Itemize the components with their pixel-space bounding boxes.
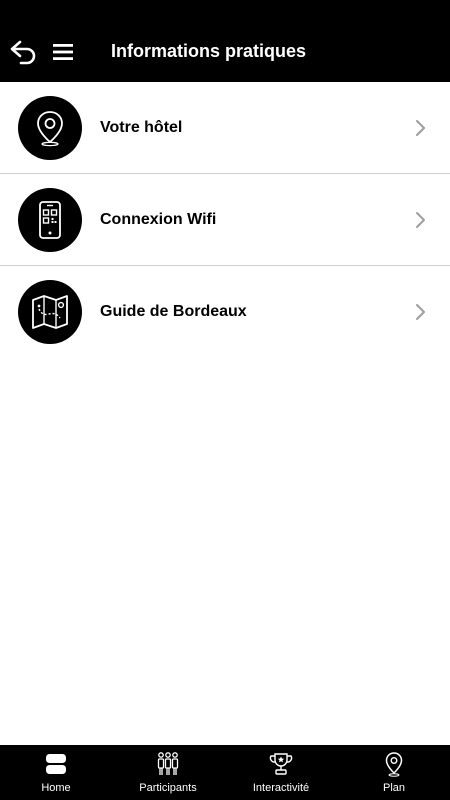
home-icon [46, 754, 66, 774]
tab-home[interactable]: Home [0, 745, 112, 800]
item-icon-circle [18, 96, 82, 160]
map-icon [32, 295, 68, 329]
chevron-right-icon [416, 304, 425, 320]
tab-label: Participants [139, 782, 197, 794]
bottom-tab-bar: Home Participants Interactivité Plan [0, 745, 450, 800]
hamburger-menu-icon[interactable] [52, 41, 74, 63]
tab-label: Home [41, 782, 71, 794]
back-arrow-icon[interactable] [8, 36, 40, 68]
tab-plan[interactable]: Plan [338, 745, 450, 800]
tab-label: Interactivité [252, 782, 310, 794]
tab-participants[interactable]: Participants [112, 745, 224, 800]
item-icon-circle [18, 188, 82, 252]
tab-label: Plan [382, 782, 406, 794]
item-label: Connexion Wifi [100, 211, 217, 228]
item-icon-circle [18, 280, 82, 344]
location-pin-icon [385, 752, 403, 777]
list-item-hotel[interactable]: Votre hôtel [0, 82, 450, 174]
list-item-wifi[interactable]: Connexion Wifi [0, 174, 450, 266]
item-label: Guide de Bordeaux [100, 303, 247, 320]
tab-interactivite[interactable]: Interactivité [224, 745, 338, 800]
item-label: Votre hôtel [100, 119, 183, 136]
trophy-icon [269, 753, 293, 775]
info-list: Votre hôtel Connexion Wifi Guide de Bord… [0, 82, 450, 358]
participants-icon [157, 752, 179, 775]
location-pin-icon [37, 111, 63, 147]
list-item-guide[interactable]: Guide de Bordeaux [0, 266, 450, 358]
chevron-right-icon [416, 212, 425, 228]
top-app-bar: Informations pratiques [0, 0, 450, 82]
page-title: Informations pratiques [111, 41, 307, 61]
chevron-right-icon [416, 120, 425, 136]
qr-phone-icon [39, 201, 61, 239]
